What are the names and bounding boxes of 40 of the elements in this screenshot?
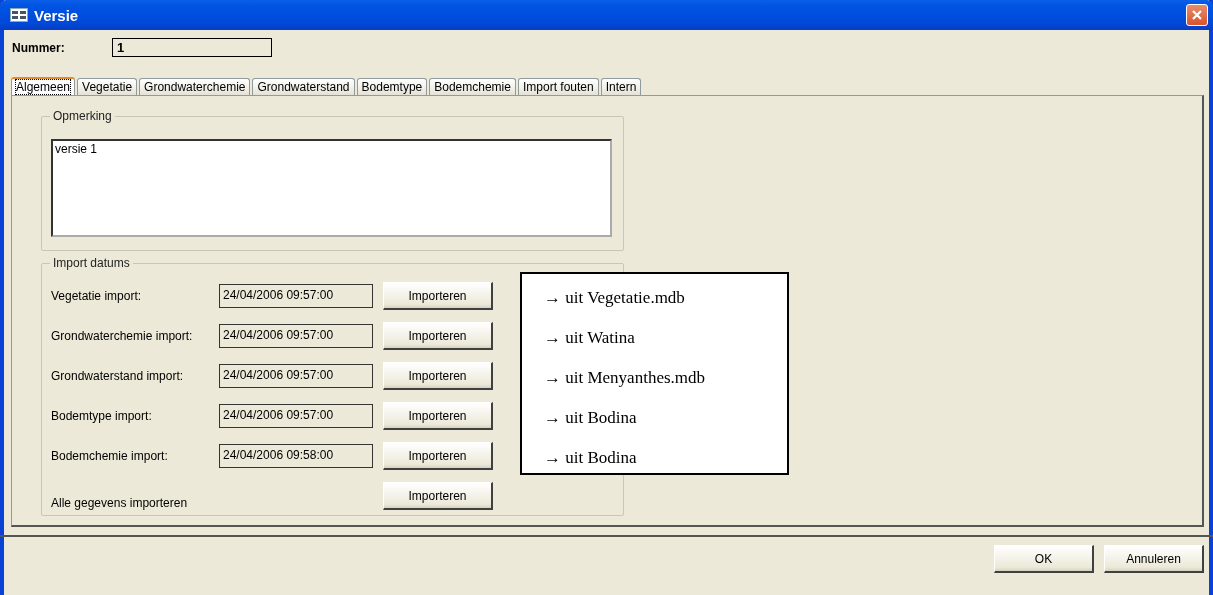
annotation-text: → uit Vegetatie.mdb (544, 287, 686, 309)
import-button[interactable]: Importeren (383, 362, 493, 390)
field-label: Bodemchemie import: (51, 449, 169, 463)
tab[interactable]: Bodemchemie (429, 78, 516, 95)
tab[interactable]: Import fouten (517, 78, 599, 95)
tab[interactable]: Intern (600, 78, 642, 95)
group-title: Import datums (50, 256, 133, 270)
tab[interactable]: Grondwaterstand (252, 78, 355, 95)
field-label: Nummer: (12, 40, 66, 55)
import-button[interactable]: Importeren (383, 282, 493, 310)
field-label: Vegetatie import: (51, 289, 143, 303)
field-label: Grondwaterstand import: (51, 369, 185, 383)
tab[interactable]: Grondwaterchemie (139, 78, 251, 95)
group-title: Opmerking (50, 109, 115, 123)
dialog-button[interactable]: Annuleren (1104, 545, 1204, 573)
window-title: Versie (34, 6, 80, 24)
import-button[interactable]: Importeren (383, 322, 493, 350)
remark-field[interactable]: versie 1 (51, 139, 612, 237)
annotation-text: → uit Bodina (544, 407, 638, 429)
date-field[interactable]: 24/04/2006 09:58:00 (219, 444, 373, 468)
field-label: Bodemtype import: (51, 409, 153, 423)
close-icon (1191, 9, 1203, 21)
annotation-text: → uit Watina (544, 327, 636, 349)
date-field[interactable]: 24/04/2006 09:57:00 (219, 364, 373, 388)
import-button[interactable]: Importeren (383, 402, 493, 430)
form-icon (10, 8, 28, 22)
annotation-text: → uit Menyanthes.mdb (544, 367, 706, 389)
field-label: Grondwaterchemie import: (51, 329, 194, 343)
dialog-button[interactable]: OK (994, 545, 1094, 573)
date-field[interactable]: 24/04/2006 09:57:00 (219, 324, 373, 348)
field-label: Alle gegevens importeren (51, 496, 189, 510)
import-button[interactable]: Importeren (383, 442, 493, 470)
close-button[interactable] (1186, 4, 1208, 26)
number-field[interactable]: 1 (112, 38, 272, 57)
date-field[interactable]: 24/04/2006 09:57:00 (219, 404, 373, 428)
tab[interactable]: Vegetatie (77, 78, 138, 95)
tab[interactable]: Bodemtype (356, 78, 428, 95)
date-field[interactable]: 24/04/2006 09:57:00 (219, 284, 373, 308)
annotation-text: → uit Bodina (544, 447, 638, 469)
import-button[interactable]: Importeren (383, 482, 493, 510)
